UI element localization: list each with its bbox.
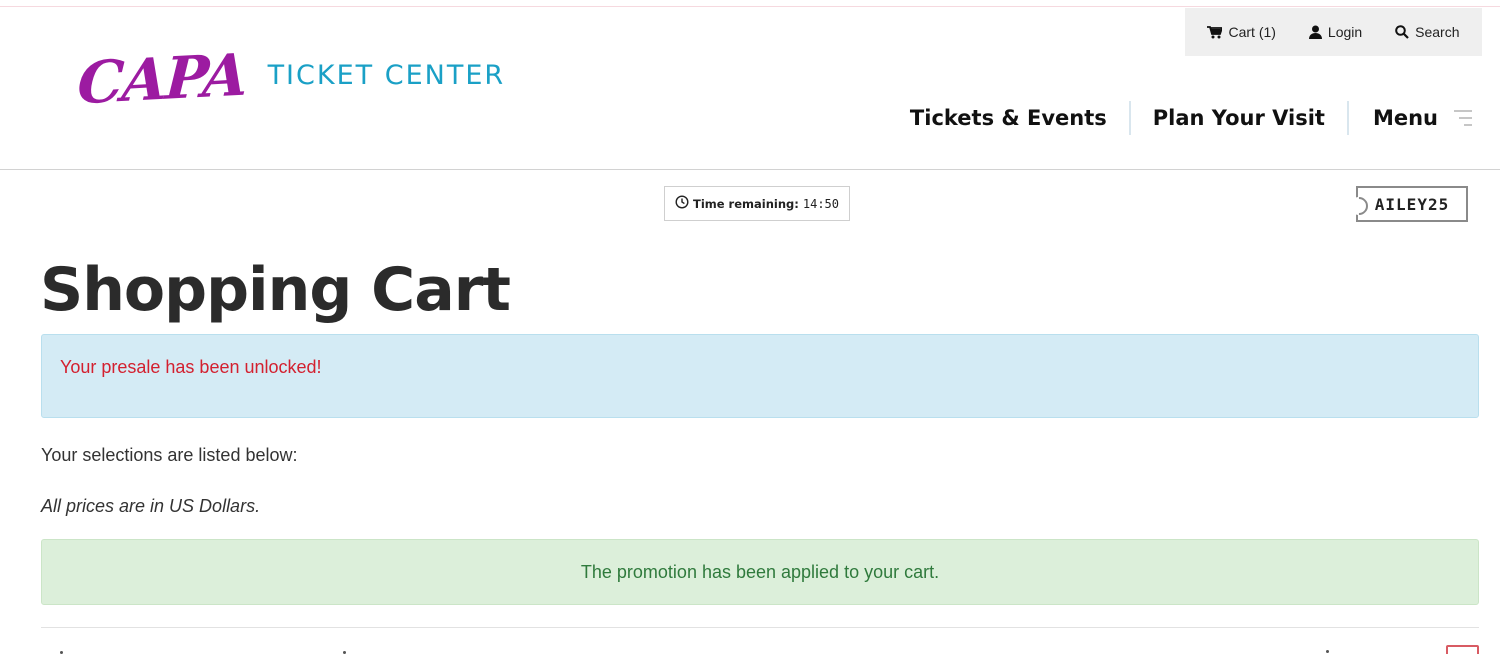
promotion-applied-alert: The promotion has been applied to your c… [41, 539, 1479, 605]
selections-intro: Your selections are listed below: [41, 445, 298, 465]
login-link[interactable]: Login [1308, 24, 1363, 40]
timer-value: 14:50 [802, 196, 839, 211]
cart-link[interactable]: Cart (1) [1207, 24, 1276, 40]
main-nav: Tickets & Events Plan Your Visit Menu [888, 100, 1472, 136]
remove-item-button[interactable] [1446, 645, 1479, 654]
cart-icon [1207, 25, 1223, 39]
top-accent-strip [0, 6, 1500, 7]
search-label: Search [1415, 24, 1460, 40]
timer-label: Time remaining: [692, 196, 799, 211]
page-title: Shopping Cart [40, 255, 511, 325]
clock-icon [675, 195, 689, 212]
promo-code-ticket[interactable]: AILEY25 [1356, 186, 1468, 222]
login-label: Login [1327, 24, 1363, 40]
search-link[interactable]: Search [1395, 24, 1460, 40]
nav-tickets-events[interactable]: Tickets & Events [888, 106, 1129, 130]
menu-label: Menu [1372, 106, 1438, 130]
menu-button[interactable]: Menu [1349, 106, 1472, 130]
search-icon [1395, 25, 1409, 39]
site-logo[interactable]: CAPA TICKET CENTER [76, 41, 506, 118]
logo-capa-text: CAPA [75, 40, 248, 118]
presale-unlocked-alert: Your presale has been unlocked! [41, 334, 1479, 418]
presale-alert-text: Your presale has been unlocked! [60, 357, 322, 377]
utility-bar: Cart (1) Login Search [1185, 8, 1482, 56]
header-divider [0, 169, 1500, 170]
partial-row-mark [1326, 650, 1329, 653]
logo-ticket-center-text: TICKET CENTER [267, 59, 506, 91]
user-icon [1308, 25, 1322, 39]
hamburger-icon [1454, 110, 1472, 126]
promo-code-text: AILEY25 [1374, 194, 1450, 214]
time-remaining-badge: Time remaining: 14:50 [664, 186, 850, 221]
cart-label: Cart (1) [1228, 24, 1276, 40]
cart-table-divider [41, 627, 1479, 628]
currency-note: All prices are in US Dollars. [41, 496, 261, 516]
promotion-alert-text: The promotion has been applied to your c… [580, 561, 940, 582]
nav-plan-your-visit[interactable]: Plan Your Visit [1131, 106, 1347, 130]
